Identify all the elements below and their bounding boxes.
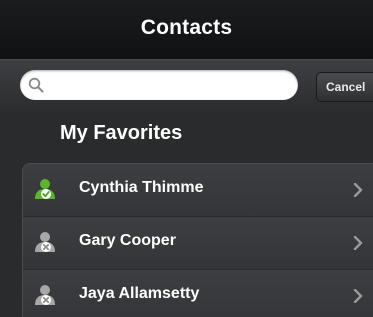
contact-name: Cynthia Thimme (79, 179, 204, 196)
search-input[interactable] (50, 74, 290, 98)
contacts-screen: Contacts Cancel My Favorites Cynthia Thi… (0, 0, 373, 317)
list-item-contact[interactable]: Gary Cooper (23, 217, 373, 270)
favorites-list: Cynthia Thimme Gary Cooper Jaya Allamset… (22, 163, 373, 317)
navigation-bar: Contacts (0, 0, 373, 59)
contact-available-avatar-icon (35, 179, 55, 199)
search-bar: Cancel (0, 59, 373, 113)
list-item-contact[interactable]: Cynthia Thimme (23, 164, 373, 217)
contact-offline-avatar-icon (35, 285, 55, 305)
chevron-right-icon (353, 289, 363, 303)
contact-name: Jaya Allamsetty (79, 285, 200, 302)
search-icon (28, 77, 44, 93)
contact-name: Gary Cooper (79, 232, 176, 249)
search-field[interactable] (20, 70, 298, 100)
contact-offline-avatar-icon (35, 232, 55, 252)
chevron-right-icon (353, 236, 363, 250)
cancel-button[interactable]: Cancel (316, 72, 373, 102)
list-item-contact[interactable]: Jaya Allamsetty (23, 270, 373, 317)
page-title: Contacts (140, 15, 233, 39)
chevron-right-icon (353, 183, 363, 197)
section-header-favorites: My Favorites (60, 122, 183, 144)
